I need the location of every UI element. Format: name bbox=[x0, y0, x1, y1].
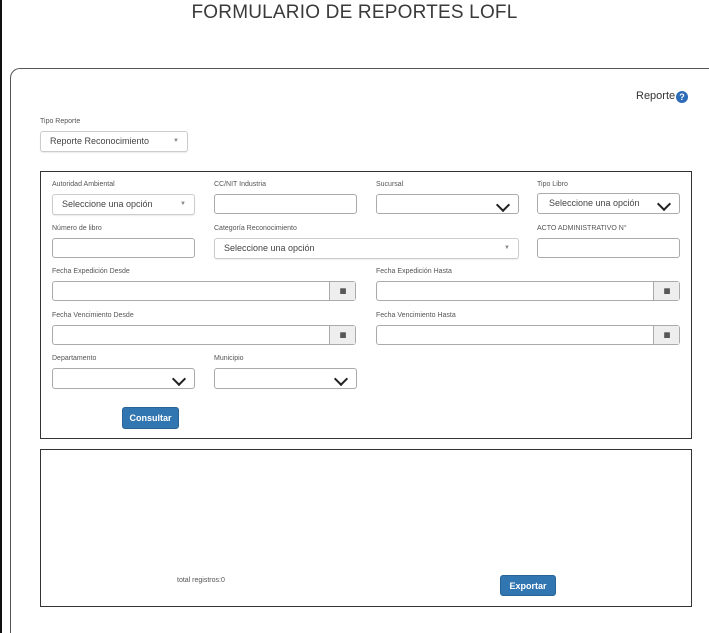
chevron-down-icon bbox=[495, 197, 511, 213]
calendar-button[interactable]: ▦ bbox=[329, 282, 355, 300]
autoridad-ambiental-select[interactable]: Seleccione una opción ▼ bbox=[52, 194, 195, 215]
fecha-vencimiento-hasta-input[interactable]: ▦ bbox=[376, 325, 680, 345]
categoria-reconocimiento-value: Seleccione una opción bbox=[224, 243, 315, 253]
categoria-reconocimiento-label: Categoría Reconocimiento bbox=[214, 225, 297, 232]
autoridad-ambiental-value: Seleccione una opción bbox=[62, 199, 153, 209]
reporte-help-link[interactable]: Reporte bbox=[636, 90, 675, 102]
departamento-select[interactable] bbox=[52, 368, 195, 389]
question-circle-icon[interactable]: ? bbox=[676, 91, 688, 103]
consultar-button[interactable]: Consultar bbox=[122, 407, 179, 429]
tipo-libro-select[interactable]: Seleccione una opción bbox=[537, 193, 680, 214]
autoridad-ambiental-label: Autoridad Ambiental bbox=[52, 181, 115, 188]
fecha-expedicion-hasta-label: Fecha Expedición Hasta bbox=[376, 268, 452, 275]
fecha-expedicion-desde-input[interactable]: ▦ bbox=[52, 281, 356, 301]
calendar-icon: ▦ bbox=[663, 332, 671, 339]
fecha-expedicion-desde-label: Fecha Expedición Desde bbox=[52, 268, 130, 275]
exportar-button[interactable]: Exportar bbox=[500, 575, 556, 596]
acto-administrativo-label: ACTO ADMINISTRATIVO N° bbox=[537, 225, 627, 232]
departamento-label: Departamento bbox=[52, 355, 97, 362]
cc-nit-industria-input[interactable] bbox=[214, 194, 357, 214]
sucursal-label: Sucursal bbox=[376, 181, 404, 188]
page-title: FORMULARIO DE REPORTES LOFL bbox=[191, 2, 518, 23]
categoria-reconocimiento-select[interactable]: Seleccione una opción ▼ bbox=[214, 238, 519, 259]
numero-libro-label: Número de libro bbox=[52, 225, 102, 232]
cc-nit-industria-label: CC/NIT Industria bbox=[214, 181, 266, 188]
municipio-select[interactable] bbox=[214, 368, 357, 389]
calendar-icon: ▦ bbox=[339, 332, 347, 339]
acto-administrativo-input[interactable] bbox=[537, 238, 680, 258]
calendar-icon: ▦ bbox=[339, 288, 347, 295]
chevron-down-icon bbox=[171, 371, 187, 387]
calendar-button[interactable]: ▦ bbox=[653, 282, 679, 300]
sucursal-select[interactable] bbox=[376, 194, 519, 214]
tipo-reporte-value: Reporte Reconocimiento bbox=[50, 136, 150, 146]
fecha-vencimiento-desde-input[interactable]: ▦ bbox=[52, 325, 356, 345]
caret-down-icon: ▼ bbox=[173, 138, 179, 144]
caret-down-icon: ▼ bbox=[504, 245, 510, 251]
fecha-expedicion-hasta-input[interactable]: ▦ bbox=[376, 281, 680, 301]
caret-down-icon: ▼ bbox=[180, 201, 186, 207]
tipo-libro-label: Tipo Libro bbox=[537, 181, 568, 188]
tipo-reporte-label: Tipo Reporte bbox=[40, 118, 81, 125]
tipo-reporte-select[interactable]: Reporte Reconocimiento ▼ bbox=[40, 131, 188, 152]
calendar-icon: ▦ bbox=[663, 288, 671, 295]
results-panel bbox=[40, 449, 692, 607]
numero-libro-input[interactable] bbox=[52, 238, 195, 258]
tipo-libro-value: Seleccione una opción bbox=[549, 198, 640, 208]
window-left-border bbox=[0, 0, 2, 633]
calendar-button[interactable]: ▦ bbox=[329, 326, 355, 344]
total-registros-text: total registros:0 bbox=[177, 577, 225, 584]
calendar-button[interactable]: ▦ bbox=[653, 326, 679, 344]
chevron-down-icon bbox=[656, 196, 672, 212]
municipio-label: Municipio bbox=[214, 355, 244, 362]
fecha-vencimiento-desde-label: Fecha Vencimiento Desde bbox=[52, 312, 134, 319]
fecha-vencimiento-hasta-label: Fecha Vencimiento Hasta bbox=[376, 312, 456, 319]
chevron-down-icon bbox=[333, 371, 349, 387]
